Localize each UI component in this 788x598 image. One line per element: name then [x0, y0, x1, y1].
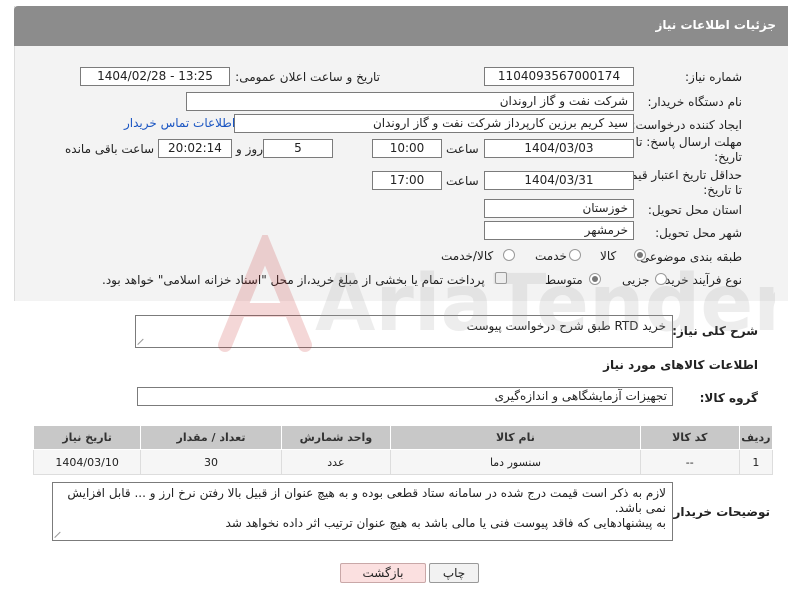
cell-row: 1	[738, 449, 774, 475]
buyer-notes-label: توضیحات خریدار:	[668, 505, 770, 519]
table-header-row: ردیف کد کالا نام کالا واحد شمارش تعداد /…	[32, 425, 774, 450]
price-validity-label: حداقل تاریخ اعتبار قیمت:	[615, 168, 742, 182]
goods-group-label: گروه کالا:	[699, 391, 758, 405]
resize-grip-icon[interactable]	[55, 530, 63, 538]
goods-group-field[interactable]: تجهیزات آزمایشگاهی و اندازه‌گیری	[137, 387, 673, 406]
page-title: جزئیات اطلاعات نیاز	[655, 18, 776, 32]
requester-field[interactable]: سید کریم برزین کارپرداز شرکت نفت و گاز ا…	[234, 114, 634, 133]
cell-date: 1404/03/10	[32, 449, 142, 475]
category-option-service: خدمت	[535, 249, 567, 263]
category-label: طبقه بندی موضوعی:	[635, 250, 742, 264]
process-option-minor: جزیی	[622, 273, 650, 287]
description-text: خرید RTD طبق شرح درخواست پیوست	[466, 319, 666, 333]
price-validity-date-field[interactable]: 1404/03/31	[484, 171, 634, 190]
price-validity-time-label: ساعت	[446, 174, 479, 188]
buyer-contact-link[interactable]: اطلاعات تماس خریدار	[124, 116, 235, 130]
buyer-notes-line-1: لازم به ذکر است قیمت درج شده در سامانه س…	[67, 486, 666, 515]
description-label: شرح کلی نیاز:	[672, 324, 758, 338]
deadline-time-label: ساعت	[446, 142, 479, 156]
print-button[interactable]: چاپ	[429, 563, 479, 583]
announce-date-field[interactable]: 1404/02/28 - 13:25	[80, 67, 230, 86]
requester-label: ایجاد کننده درخواست:	[631, 118, 742, 132]
col-header-qty: تعداد / مقدار	[140, 425, 282, 450]
category-option-goods-service: کالا/خدمت	[441, 249, 494, 263]
back-button[interactable]: بازگشت	[340, 563, 426, 583]
process-label: نوع فرآیند خرید :	[657, 273, 742, 287]
panel-header: جزئیات اطلاعات نیاز	[14, 6, 788, 46]
col-header-unit: واحد شمارش	[280, 425, 392, 450]
col-header-code: کد کالا	[639, 425, 740, 450]
remaining-time-field[interactable]: 20:02:14	[158, 139, 232, 158]
category-radio-service[interactable]	[569, 249, 581, 261]
cell-code: --	[639, 449, 740, 475]
city-field[interactable]: خرمشهر	[484, 221, 634, 240]
city-label: شهر محل تحویل:	[655, 226, 742, 240]
buyer-org-label: نام دستگاه خریدار:	[647, 95, 743, 109]
province-field[interactable]: خوزستان	[484, 199, 634, 218]
table-row: 1 -- سنسور دما عدد 30 1404/03/10	[32, 449, 774, 475]
col-header-date: تاریخ نیاز	[32, 425, 142, 450]
price-validity-label-date: تا تاریخ:	[703, 183, 742, 197]
category-radio-goods[interactable]	[634, 249, 646, 261]
process-radio-minor[interactable]	[655, 273, 667, 285]
announce-date-label: تاریخ و ساعت اعلان عمومی:	[235, 70, 380, 84]
days-remaining-field[interactable]: 5	[263, 139, 333, 158]
deadline-date-field[interactable]: 1404/03/03	[484, 139, 634, 158]
need-number-field[interactable]: 1104093567000174	[484, 67, 634, 86]
buyer-org-field[interactable]: شرکت نفت و گاز اروندان	[186, 92, 634, 111]
resize-grip-icon[interactable]	[138, 337, 146, 345]
col-header-row: ردیف	[738, 425, 774, 450]
buyer-notes-line-2: به پیشنهادهایی که فاقد پیوست فنی یا مالی…	[225, 516, 666, 530]
buyer-notes-textarea[interactable]: لازم به ذکر است قیمت درج شده در سامانه س…	[52, 482, 673, 541]
deadline-label-date: تاریخ:	[714, 150, 742, 164]
cell-qty: 30	[140, 449, 282, 475]
col-header-name: نام کالا	[390, 425, 641, 450]
treasury-payment-checkbox[interactable]	[495, 272, 507, 284]
category-option-goods: کالا	[600, 249, 617, 263]
cell-name: سنسور دما	[390, 449, 641, 475]
deadline-label: مهلت ارسال پاسخ: تا	[635, 135, 742, 149]
province-label: استان محل تحویل:	[647, 203, 742, 217]
description-textarea[interactable]: خرید RTD طبق شرح درخواست پیوست	[135, 315, 673, 348]
treasury-payment-note: پرداخت تمام یا بخشی از مبلغ خرید،از محل …	[102, 273, 485, 287]
remaining-time-label: ساعت باقی مانده	[65, 142, 155, 156]
process-radio-medium[interactable]	[589, 273, 601, 285]
price-validity-time-field[interactable]: 17:00	[372, 171, 442, 190]
goods-table: ردیف کد کالا نام کالا واحد شمارش تعداد /…	[32, 425, 774, 475]
cell-unit: عدد	[280, 449, 392, 475]
need-number-label: شماره نیاز:	[685, 70, 742, 84]
deadline-time-field[interactable]: 10:00	[372, 139, 442, 158]
goods-section-title: اطلاعات کالاهای مورد نیاز	[603, 358, 758, 372]
days-label: روز و	[236, 142, 263, 156]
category-radio-goods-service[interactable]	[503, 249, 515, 261]
process-option-medium: متوسط	[545, 273, 583, 287]
